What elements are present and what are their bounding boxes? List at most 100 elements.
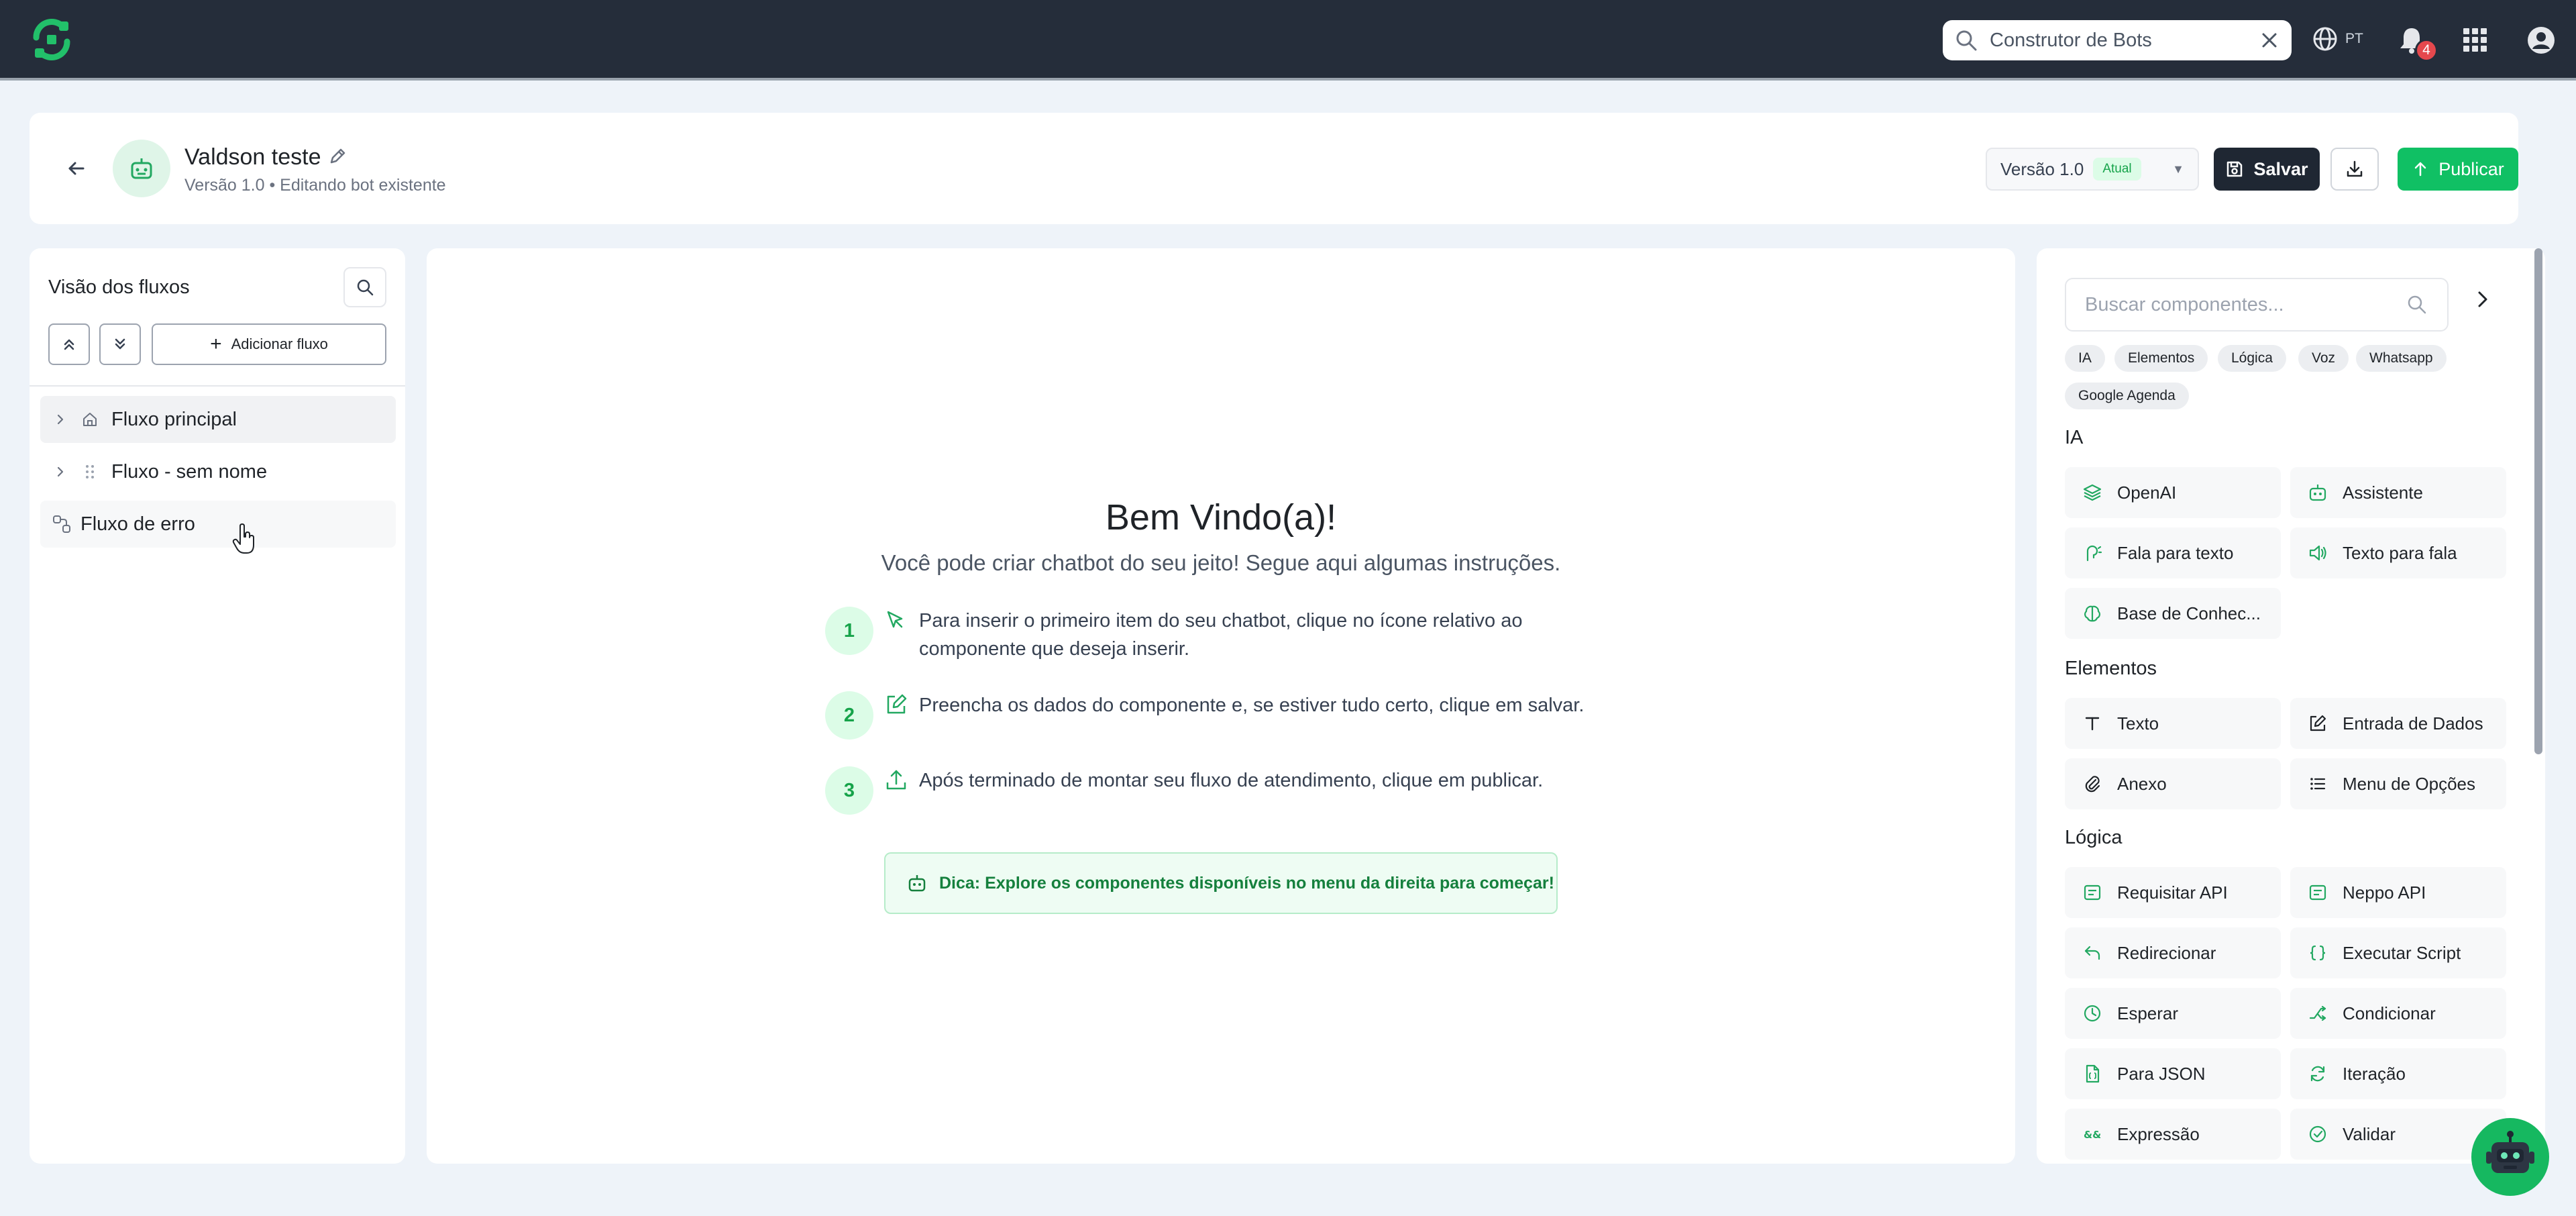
api-icon (2309, 884, 2326, 901)
speech-to-text-icon (2086, 545, 2102, 562)
plus-icon: + (210, 333, 222, 355)
save-disk-icon (2227, 161, 2243, 177)
globe-icon (2313, 27, 2337, 51)
component-entrada-de-dados[interactable]: Entrada de Dados (2290, 698, 2506, 749)
components-search-input[interactable]: Buscar componentes... (2065, 278, 2449, 332)
component-para-json[interactable]: Para JSON (2065, 1048, 2281, 1099)
welcome-subtitle: Você pode criar chatbot do seu jeito! Se… (881, 550, 1561, 575)
chip-whatsapp[interactable]: Whatsapp (2356, 345, 2447, 372)
home-icon (78, 411, 102, 428)
search-icon (1956, 30, 1977, 51)
global-search-value[interactable]: Construtor de Bots (1990, 30, 2259, 52)
bot-name: Valdson teste (184, 144, 321, 170)
edit-square-icon (2310, 715, 2326, 731)
instruction-step-1: 1 Para inserir o primeiro item do seu ch… (825, 607, 1590, 663)
component-label: Entrada de Dados (2343, 713, 2483, 733)
flows-search-button[interactable] (343, 267, 386, 307)
component-esperar[interactable]: Esperar (2065, 988, 2281, 1039)
bot-icon (2309, 485, 2326, 501)
error-flow-icon (50, 514, 74, 534)
flow-item-principal[interactable]: Fluxo principal (40, 396, 396, 443)
components-scrollbar[interactable] (2534, 248, 2542, 754)
component-openai[interactable]: OpenAI (2065, 467, 2281, 518)
bot-icon (908, 875, 926, 892)
add-flow-button[interactable]: + Adicionar fluxo (152, 323, 386, 365)
speaker-icon (2309, 545, 2326, 561)
component-label: Condicionar (2343, 1003, 2436, 1023)
top-navigation-bar: Construtor de Bots PT 4 (0, 0, 2576, 81)
step-number: 1 (825, 607, 873, 655)
component-condicionar[interactable]: Condicionar (2290, 988, 2506, 1039)
chevron-right-icon[interactable] (50, 466, 71, 478)
component-assistente[interactable]: Assistente (2290, 467, 2506, 518)
section-title-logica: Lógica (2065, 827, 2123, 848)
brain-icon (2084, 605, 2100, 622)
app-logo-icon[interactable] (30, 17, 74, 62)
component-label: Anexo (2117, 773, 2167, 794)
robot-icon (2486, 1131, 2534, 1173)
flow-item-sem-nome[interactable]: Fluxo - sem nome (40, 448, 396, 495)
component-iteracao[interactable]: Iteração (2290, 1048, 2506, 1099)
user-account-icon[interactable] (2526, 26, 2556, 55)
clock-icon (2084, 1005, 2101, 1022)
component-executar-script[interactable]: Executar Script (2290, 927, 2506, 978)
component-label: Redirecionar (2117, 942, 2216, 963)
redirect-arrow-icon (2084, 946, 2100, 960)
section-title-elementos: Elementos (2065, 658, 2157, 679)
component-requisitar-api[interactable]: Requisitar API (2065, 867, 2281, 918)
flows-divider (30, 385, 405, 387)
assistant-robot-button[interactable] (2471, 1118, 2549, 1196)
apps-grid-icon[interactable] (2462, 27, 2489, 54)
component-label: Neppo API (2343, 882, 2426, 903)
component-neppo-api[interactable]: Neppo API (2290, 867, 2506, 918)
publish-button[interactable]: Publicar (2398, 148, 2518, 191)
component-expressao[interactable]: && Expressão (2065, 1109, 2281, 1160)
component-anexo[interactable]: Anexo (2065, 758, 2281, 809)
svg-text:&&: && (2084, 1129, 2101, 1141)
component-fala-para-texto[interactable]: Fala para texto (2065, 527, 2281, 578)
notifications-count-badge: 4 (2415, 39, 2438, 62)
expand-all-button[interactable] (99, 323, 141, 365)
global-search-field[interactable]: Construtor de Bots (1943, 20, 2292, 60)
collapse-all-button[interactable] (48, 323, 90, 365)
component-label: Expressão (2117, 1123, 2200, 1144)
chip-voz[interactable]: Voz (2298, 345, 2349, 372)
drag-handle-icon[interactable] (78, 463, 102, 480)
language-selector[interactable]: PT (2312, 26, 2363, 52)
text-type-icon (2085, 717, 2100, 731)
chip-logica[interactable]: Lógica (2218, 345, 2286, 372)
component-redirecionar[interactable]: Redirecionar (2065, 927, 2281, 978)
tip-banner: Dica: Explore os componentes disponíveis… (884, 852, 1558, 914)
back-arrow-icon[interactable] (64, 157, 87, 180)
flow-item-label: Fluxo - sem nome (111, 460, 268, 483)
component-menu-de-opcoes[interactable]: Menu de Opções (2290, 758, 2506, 809)
component-texto[interactable]: Texto (2065, 698, 2281, 749)
step-text: Preencha os dados do componente e, se es… (919, 695, 1585, 716)
instruction-step-3: 3 Após terminado de montar seu fluxo de … (825, 766, 1590, 815)
component-label: Validar (2343, 1123, 2396, 1144)
edit-pencil-icon[interactable] (327, 146, 347, 166)
collapse-panel-chevron-icon[interactable] (2473, 287, 2493, 311)
component-label: OpenAI (2117, 482, 2177, 503)
chip-elementos[interactable]: Elementos (2114, 345, 2208, 372)
chip-ia[interactable]: IA (2065, 345, 2105, 372)
check-circle-icon (2309, 1125, 2326, 1143)
chevron-right-icon[interactable] (50, 413, 71, 425)
search-icon (357, 279, 374, 296)
welcome-title: Bem Vindo(a)! (1105, 497, 1337, 538)
publish-label: Publicar (2438, 158, 2504, 179)
step-number: 2 (825, 691, 873, 740)
save-button[interactable]: Salvar (2214, 148, 2320, 191)
chip-google-agenda[interactable]: Google Agenda (2065, 383, 2189, 409)
version-select[interactable]: Versão 1.0 Atual ▼ (1986, 148, 2199, 191)
component-base-de-conhecimento[interactable]: Base de Conhec... (2065, 588, 2281, 639)
component-texto-para-fala[interactable]: Texto para fala (2290, 527, 2506, 578)
component-label: Texto (2117, 713, 2159, 733)
flow-item-erro[interactable]: Fluxo de erro (40, 501, 396, 548)
step-number: 3 (825, 766, 873, 815)
chevron-down-icon: ▼ (2172, 162, 2184, 176)
hand-pointer-cursor-icon (232, 523, 254, 554)
flow-item-label: Fluxo principal (111, 408, 237, 430)
clear-search-icon[interactable] (2259, 30, 2279, 50)
download-button[interactable] (2330, 148, 2379, 191)
